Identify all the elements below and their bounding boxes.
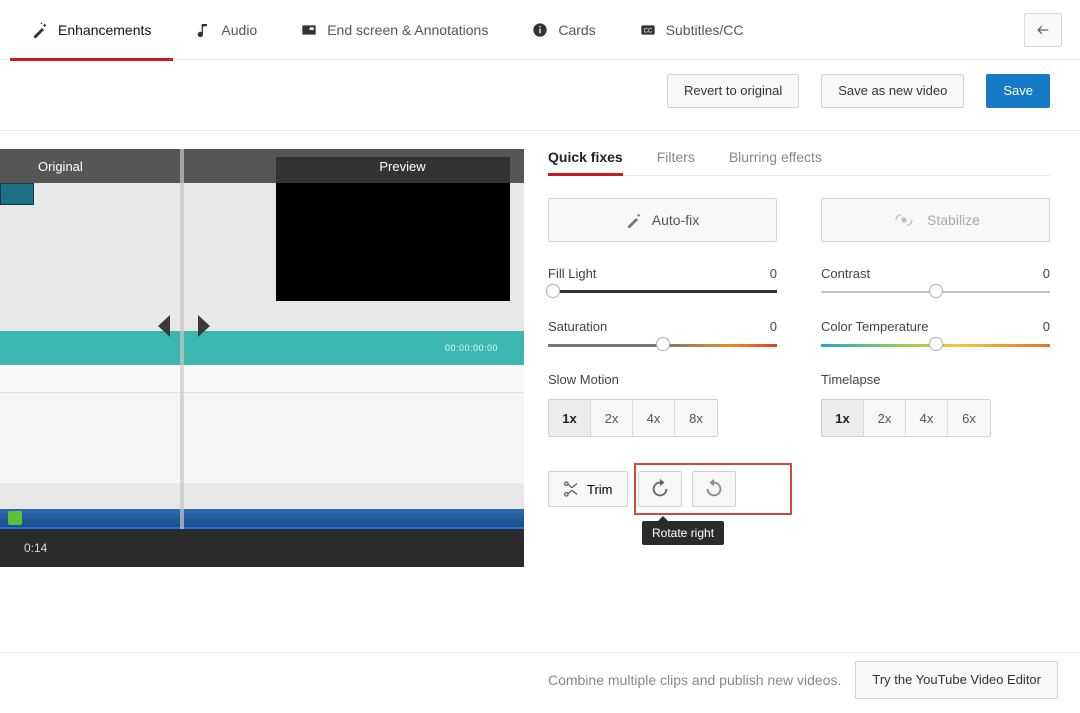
subtab-blurring[interactable]: Blurring effects bbox=[729, 149, 822, 175]
contrast-slider[interactable] bbox=[821, 289, 1050, 295]
preview-body: 00:00:00:00 bbox=[0, 149, 524, 529]
info-icon bbox=[532, 22, 548, 38]
slow-8x[interactable]: 8x bbox=[675, 400, 717, 436]
wand-icon bbox=[32, 22, 48, 38]
inner-teal-strip: 00:00:00:00 bbox=[0, 331, 524, 365]
save-as-new-button[interactable]: Save as new video bbox=[821, 74, 964, 108]
main-area: Original Preview 00:00:00:00 bbox=[0, 149, 1080, 567]
rotate-left-button[interactable] bbox=[692, 471, 736, 507]
tab-subtitles-label: Subtitles/CC bbox=[666, 22, 744, 38]
tab-audio-label: Audio bbox=[221, 22, 257, 38]
footer-hint: Combine multiple clips and publish new v… bbox=[548, 672, 841, 688]
cc-icon: CC bbox=[640, 22, 656, 38]
top-tab-bar: Enhancements Audio End screen & Annotati… bbox=[0, 0, 1080, 60]
autofix-button[interactable]: Auto-fix bbox=[548, 198, 777, 242]
subtab-quick-fixes[interactable]: Quick fixes bbox=[548, 149, 623, 175]
save-button[interactable]: Save bbox=[986, 74, 1050, 108]
tool-row: Trim Rotate right bbox=[548, 471, 1050, 507]
slow-1x[interactable]: 1x bbox=[549, 400, 591, 436]
inner-start-icon bbox=[8, 511, 22, 525]
rotate-left-icon bbox=[703, 478, 725, 500]
stabilize-icon bbox=[891, 212, 917, 228]
slow-4x[interactable]: 4x bbox=[633, 400, 675, 436]
inner-timecode: 00:00:00:00 bbox=[445, 343, 498, 353]
contrast-value: 0 bbox=[1043, 266, 1050, 281]
trim-label: Trim bbox=[587, 482, 613, 497]
tab-enhancements[interactable]: Enhancements bbox=[10, 0, 173, 60]
preview-header: Original Preview bbox=[0, 149, 524, 183]
preview-split[interactable]: Original Preview 00:00:00:00 bbox=[0, 149, 524, 529]
inner-taskbar bbox=[0, 509, 524, 527]
color-temp-label: Color Temperature bbox=[821, 319, 928, 334]
slow-motion-group: 1x 2x 4x 8x bbox=[548, 399, 718, 437]
rotate-right-icon bbox=[649, 478, 671, 500]
scissors-icon bbox=[563, 481, 579, 497]
footer: Combine multiple clips and publish new v… bbox=[0, 652, 1080, 707]
fill-light-slider[interactable] bbox=[548, 289, 777, 295]
tab-audio[interactable]: Audio bbox=[173, 0, 279, 60]
fill-light-block: Fill Light 0 bbox=[548, 266, 777, 295]
preview-label: Preview bbox=[379, 159, 425, 174]
rotate-right-button[interactable] bbox=[638, 471, 682, 507]
nav-next-icon[interactable] bbox=[196, 315, 212, 337]
split-divider[interactable] bbox=[180, 149, 184, 529]
contrast-label: Contrast bbox=[821, 266, 870, 281]
preview-column: Original Preview 00:00:00:00 bbox=[0, 149, 524, 567]
rotate-right-tooltip: Rotate right bbox=[642, 521, 724, 545]
action-row: Revert to original Save as new video Sav… bbox=[0, 60, 1080, 131]
end-screen-icon bbox=[301, 22, 317, 38]
stabilize-label: Stabilize bbox=[927, 212, 980, 228]
undo-button[interactable] bbox=[1024, 13, 1062, 47]
slow-motion-label: Slow Motion bbox=[548, 372, 777, 387]
fill-light-label: Fill Light bbox=[548, 266, 596, 281]
nav-prev-icon[interactable] bbox=[156, 315, 172, 337]
video-thumbnail bbox=[0, 183, 34, 205]
color-temp-value: 0 bbox=[1043, 319, 1050, 334]
tab-enhancements-label: Enhancements bbox=[58, 22, 151, 38]
tab-end-screen-label: End screen & Annotations bbox=[327, 22, 488, 38]
timelapse-label: Timelapse bbox=[821, 372, 1050, 387]
subtab-filters[interactable]: Filters bbox=[657, 149, 695, 175]
time-6x[interactable]: 6x bbox=[948, 400, 990, 436]
contrast-block: Contrast 0 bbox=[821, 266, 1050, 295]
revert-button[interactable]: Revert to original bbox=[667, 74, 799, 108]
inner-white-strip bbox=[0, 365, 524, 393]
time-2x[interactable]: 2x bbox=[864, 400, 906, 436]
preview-time-bar: 0:14 bbox=[0, 529, 524, 567]
timelapse-group: 1x 2x 4x 6x bbox=[821, 399, 991, 437]
wand-icon bbox=[626, 212, 642, 228]
svg-text:CC: CC bbox=[643, 28, 652, 34]
original-label: Original bbox=[38, 159, 83, 174]
stabilize-button[interactable]: Stabilize bbox=[821, 198, 1050, 242]
time-1x[interactable]: 1x bbox=[822, 400, 864, 436]
side-panel: Quick fixes Filters Blurring effects Aut… bbox=[544, 149, 1080, 507]
color-temp-block: Color Temperature 0 bbox=[821, 319, 1050, 348]
saturation-block: Saturation 0 bbox=[548, 319, 777, 348]
saturation-slider[interactable] bbox=[548, 342, 777, 348]
trim-button[interactable]: Trim bbox=[548, 471, 628, 507]
tab-subtitles[interactable]: CC Subtitles/CC bbox=[618, 0, 766, 60]
sub-tab-bar: Quick fixes Filters Blurring effects bbox=[548, 149, 1050, 176]
reply-arrow-icon bbox=[1035, 22, 1051, 38]
tab-end-screen[interactable]: End screen & Annotations bbox=[279, 0, 510, 60]
saturation-label: Saturation bbox=[548, 319, 607, 334]
note-icon bbox=[195, 22, 211, 38]
tab-cards[interactable]: Cards bbox=[510, 0, 617, 60]
fill-light-value: 0 bbox=[770, 266, 777, 281]
timestamp: 0:14 bbox=[24, 541, 47, 555]
slow-2x[interactable]: 2x bbox=[591, 400, 633, 436]
saturation-value: 0 bbox=[770, 319, 777, 334]
inner-tracks bbox=[0, 393, 524, 483]
autofix-label: Auto-fix bbox=[652, 212, 699, 228]
color-temp-slider[interactable] bbox=[821, 342, 1050, 348]
controls-grid: Auto-fix Stabilize Fill Light 0 bbox=[548, 198, 1050, 437]
tab-cards-label: Cards bbox=[558, 22, 595, 38]
try-editor-button[interactable]: Try the YouTube Video Editor bbox=[855, 661, 1058, 699]
time-4x[interactable]: 4x bbox=[906, 400, 948, 436]
timelapse-block: Timelapse 1x 2x 4x 6x bbox=[821, 372, 1050, 437]
slow-motion-block: Slow Motion 1x 2x 4x 8x bbox=[548, 372, 777, 437]
